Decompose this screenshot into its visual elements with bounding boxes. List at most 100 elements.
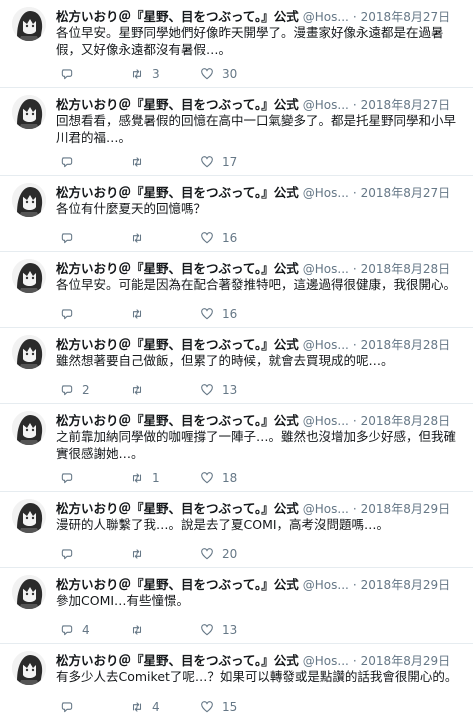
user-handle[interactable]: @Hos... xyxy=(303,414,349,427)
avatar[interactable] xyxy=(12,651,46,685)
tweet-header: 松方いおり＠『星野、目をつぶって。』公式 @Hos... · 2018年8月27… xyxy=(56,182,463,199)
display-name[interactable]: 松方いおり＠『星野、目をつぶって。』公式 xyxy=(56,650,299,667)
tweet-text: 漫研的人聯繫了我…。說是去了夏COMI，高考沒問題嗎…。 xyxy=(56,517,390,532)
tweet-date[interactable]: 2018年8月28日 xyxy=(361,260,450,275)
tweet[interactable]: 松方いおり＠『星野、目をつぶって。』公式 @Hos... · 2018年8月27… xyxy=(0,88,473,176)
retweet-button[interactable] xyxy=(130,623,162,637)
retweet-button[interactable] xyxy=(130,547,162,561)
display-name[interactable]: 松方いおり＠『星野、目をつぶって。』公式 xyxy=(56,6,299,23)
tweet-actions: 1 18 xyxy=(60,471,275,485)
tweet-date[interactable]: 2018年8月29日 xyxy=(361,652,450,667)
tweet-list: 松方いおり＠『星野、目をつぶって。』公式 @Hos... · 2018年8月27… xyxy=(0,0,473,720)
avatar-manga-icon xyxy=(12,651,46,685)
avatar[interactable] xyxy=(12,411,46,445)
user-handle[interactable]: @Hos... xyxy=(303,10,349,23)
tweet-date[interactable]: 2018年8月27日 xyxy=(361,8,450,23)
like-button[interactable]: 20 xyxy=(200,547,237,561)
avatar[interactable] xyxy=(12,575,46,609)
like-count: 15 xyxy=(222,700,238,714)
tweet-date[interactable]: 2018年8月27日 xyxy=(361,96,450,111)
display-name[interactable]: 松方いおり＠『星野、目をつぶって。』公式 xyxy=(56,574,299,591)
separator-dot: · xyxy=(352,338,357,351)
retweet-button[interactable] xyxy=(130,307,162,321)
separator-dot: · xyxy=(352,654,357,667)
tweet[interactable]: 松方いおり＠『星野、目をつぶって。』公式 @Hos... · 2018年8月28… xyxy=(0,404,473,492)
tweet-text: 雖然想著要自己做飯，但累了的時候，就會去買現成的呢…。 xyxy=(56,353,394,368)
reply-button[interactable]: 2 xyxy=(60,383,92,397)
tweet-text: 回想看看，感覺暑假的回憶在高中一口氣變多了。都是托星野同學和小早川君的福…。 xyxy=(56,113,457,145)
tweet[interactable]: 松方いおり＠『星野、目をつぶって。』公式 @Hos... · 2018年8月27… xyxy=(0,176,473,252)
reply-button[interactable] xyxy=(60,307,92,321)
tweet[interactable]: 松方いおり＠『星野、目をつぶって。』公式 @Hos... · 2018年8月29… xyxy=(0,568,473,644)
like-button[interactable]: 16 xyxy=(200,231,237,245)
tweet[interactable]: 松方いおり＠『星野、目をつぶって。』公式 @Hos... · 2018年8月28… xyxy=(0,252,473,328)
avatar[interactable] xyxy=(12,183,46,217)
heart-icon xyxy=(201,548,213,560)
heart-icon xyxy=(201,384,213,396)
reply-button[interactable] xyxy=(60,700,92,714)
user-handle[interactable]: @Hos... xyxy=(303,98,349,111)
user-handle[interactable]: @Hos... xyxy=(303,654,349,667)
avatar-manga-icon xyxy=(12,499,46,533)
tweet-text: 之前靠加納同學做的咖喱撐了一陣子…。雖然也沒增加多少好感，但我確實很感謝她…。 xyxy=(56,429,457,461)
user-handle[interactable]: @Hos... xyxy=(303,502,349,515)
like-button[interactable]: 30 xyxy=(200,67,237,81)
reply-icon xyxy=(61,702,73,713)
like-button[interactable]: 18 xyxy=(200,471,237,485)
avatar[interactable] xyxy=(12,259,46,293)
tweet-date[interactable]: 2018年8月28日 xyxy=(361,412,450,427)
tweet-date[interactable]: 2018年8月29日 xyxy=(361,500,450,515)
avatar[interactable] xyxy=(12,499,46,533)
tweet-header: 松方いおり＠『星野、目をつぶって。』公式 @Hos... · 2018年8月27… xyxy=(56,6,463,23)
reply-button[interactable]: 4 xyxy=(60,623,92,637)
reply-button[interactable] xyxy=(60,231,92,245)
tweet[interactable]: 松方いおり＠『星野、目をつぶって。』公式 @Hos... · 2018年8月29… xyxy=(0,492,473,568)
avatar-manga-icon xyxy=(12,335,46,369)
avatar[interactable] xyxy=(12,95,46,129)
tweet[interactable]: 松方いおり＠『星野、目をつぶって。』公式 @Hos... · 2018年8月29… xyxy=(0,644,473,720)
tweet-date[interactable]: 2018年8月28日 xyxy=(361,336,450,351)
retweet-button[interactable] xyxy=(130,383,162,397)
like-count: 18 xyxy=(222,471,238,485)
display-name[interactable]: 松方いおり＠『星野、目をつぶって。』公式 xyxy=(56,258,299,275)
reply-icon xyxy=(61,69,73,80)
retweet-button[interactable]: 1 xyxy=(130,471,162,485)
reply-button[interactable] xyxy=(60,547,92,561)
like-button[interactable]: 17 xyxy=(200,155,237,169)
display-name[interactable]: 松方いおり＠『星野、目をつぶって。』公式 xyxy=(56,94,299,111)
like-button[interactable]: 15 xyxy=(200,700,237,714)
reply-button[interactable] xyxy=(60,155,92,169)
user-handle[interactable]: @Hos... xyxy=(303,338,349,351)
reply-icon xyxy=(61,157,73,168)
display-name[interactable]: 松方いおり＠『星野、目をつぶって。』公式 xyxy=(56,410,299,427)
retweet-button[interactable] xyxy=(130,231,162,245)
separator-dot: · xyxy=(352,502,357,515)
like-button[interactable]: 16 xyxy=(200,307,237,321)
display-name[interactable]: 松方いおり＠『星野、目をつぶって。』公式 xyxy=(56,182,299,199)
tweet-text: 各位有什麼夏天的回憶嗎？ xyxy=(56,201,207,216)
separator-dot: · xyxy=(352,262,357,275)
avatar[interactable] xyxy=(12,7,46,41)
display-name[interactable]: 松方いおり＠『星野、目をつぶって。』公式 xyxy=(56,334,299,351)
tweet[interactable]: 松方いおり＠『星野、目をつぶって。』公式 @Hos... · 2018年8月28… xyxy=(0,328,473,404)
heart-icon xyxy=(201,624,213,636)
like-button[interactable]: 13 xyxy=(200,623,237,637)
tweet-date[interactable]: 2018年8月27日 xyxy=(361,184,450,199)
retweet-button[interactable]: 4 xyxy=(130,700,162,714)
tweet-date[interactable]: 2018年8月29日 xyxy=(361,576,450,591)
retweet-button[interactable]: 3 xyxy=(130,67,162,81)
user-handle[interactable]: @Hos... xyxy=(303,262,349,275)
reply-icon xyxy=(61,233,73,244)
reply-button[interactable] xyxy=(60,471,92,485)
reply-icon xyxy=(61,309,73,320)
reply-button[interactable] xyxy=(60,67,92,81)
tweet[interactable]: 松方いおり＠『星野、目をつぶって。』公式 @Hos... · 2018年8月27… xyxy=(0,0,473,88)
display-name[interactable]: 松方いおり＠『星野、目をつぶって。』公式 xyxy=(56,498,299,515)
user-handle[interactable]: @Hos... xyxy=(303,578,349,591)
retweet-button[interactable] xyxy=(130,155,162,169)
user-handle[interactable]: @Hos... xyxy=(303,186,349,199)
avatar[interactable] xyxy=(12,335,46,369)
reply-icon xyxy=(61,549,73,560)
like-button[interactable]: 13 xyxy=(200,383,237,397)
tweet-text: 各位早安。星野同學她們好像昨天開學了。漫畫家好像永遠都是在過暑假，又好像永遠都沒… xyxy=(56,25,444,57)
